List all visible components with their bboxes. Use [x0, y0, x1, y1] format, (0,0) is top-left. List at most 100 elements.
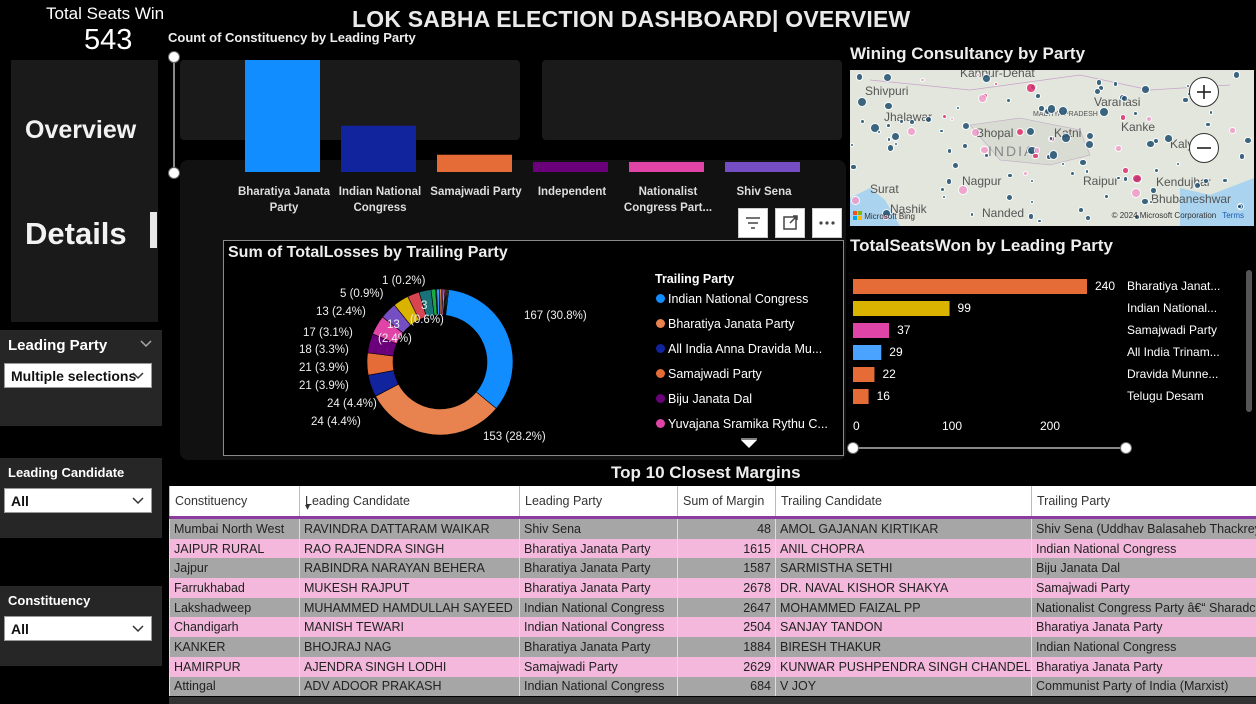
map-point[interactable]: [1114, 144, 1122, 152]
map-point[interactable]: [1122, 176, 1129, 182]
map-point[interactable]: [855, 73, 864, 81]
map-point[interactable]: [947, 148, 953, 154]
map-point[interactable]: [876, 129, 881, 134]
map-point[interactable]: [1027, 213, 1035, 220]
map-point[interactable]: [1078, 207, 1084, 213]
legend-item[interactable]: Bharatiya Janata Party: [656, 317, 794, 331]
bar-4[interactable]: [629, 162, 704, 172]
map-point[interactable]: [851, 196, 860, 205]
table-row[interactable]: Jajpur RABINDRA NARAYAN BEHERA Bharatiya J…: [169, 558, 1256, 579]
map-point[interactable]: [887, 144, 895, 152]
map-point[interactable]: [1205, 121, 1211, 128]
map-point[interactable]: [1079, 158, 1087, 167]
map-point[interactable]: [1182, 96, 1189, 104]
hbar-1[interactable]: [853, 301, 950, 316]
map-point[interactable]: [1070, 170, 1076, 176]
map-point[interactable]: [884, 101, 893, 110]
hbar-range-slider-track[interactable]: [853, 447, 1126, 449]
map-point[interactable]: [1094, 87, 1102, 95]
map-point[interactable]: [961, 121, 970, 131]
map-point[interactable]: [1153, 167, 1159, 174]
table-row[interactable]: Lakshadweep MUHAMMED HAMDULLAH SAYEED Indi…: [169, 597, 1256, 618]
map-point[interactable]: [1084, 169, 1090, 174]
column-header[interactable]: Trailing Party: [1031, 486, 1256, 519]
map-point[interactable]: [949, 116, 954, 121]
slider-handle-bottom[interactable]: [168, 167, 180, 179]
bar-3[interactable]: [533, 162, 608, 172]
range-slider-track[interactable]: [173, 56, 175, 174]
column-header[interactable]: Leading Candidate ▾: [299, 486, 520, 519]
map-point[interactable]: [952, 162, 959, 170]
legend-item[interactable]: Indian National Congress: [656, 292, 808, 306]
filter-button[interactable]: [738, 208, 768, 238]
chevron-down-icon[interactable]: [140, 338, 152, 348]
map-point[interactable]: [978, 93, 988, 103]
map-point[interactable]: [993, 81, 999, 86]
map-point[interactable]: [1099, 107, 1109, 117]
map-point[interactable]: [886, 137, 892, 142]
map-point[interactable]: [1026, 83, 1036, 93]
hbar-0[interactable]: [853, 279, 1087, 294]
slider-handle-left[interactable]: [847, 442, 859, 454]
map-point[interactable]: [1084, 140, 1094, 150]
map-point[interactable]: [859, 118, 865, 124]
hbar-3[interactable]: [853, 345, 882, 360]
legend-item[interactable]: Samajwadi Party: [656, 367, 762, 381]
legend-item[interactable]: Biju Janata Dal: [656, 392, 752, 406]
table-row[interactable]: Mumbai North West RAVINDRA DATTARAM WAIKA…: [169, 517, 1256, 539]
map-point[interactable]: [885, 122, 891, 128]
map-point[interactable]: [1131, 188, 1142, 199]
donut-slice-0[interactable]: [445, 289, 514, 409]
map-point[interactable]: [1005, 97, 1011, 103]
map-point[interactable]: [1132, 174, 1142, 184]
leading-candidate-dropdown[interactable]: All: [4, 488, 152, 513]
table-row[interactable]: JAIPUR RURAL RAO RAJENDRA SINGH Bharatiya …: [169, 538, 1256, 559]
map-point[interactable]: [1244, 136, 1252, 145]
nav-details-button[interactable]: Details: [25, 216, 127, 252]
table-row[interactable]: HAMIRPUR AJENDRA SINGH LODHI Samajwadi Par…: [169, 656, 1256, 677]
map-point[interactable]: [970, 127, 980, 138]
constituency-dropdown[interactable]: All: [4, 616, 152, 641]
column-header[interactable]: Leading Party: [519, 486, 678, 519]
map-visual[interactable]: Kanpur-DehatShivpuriVaranasiJhalawarMADH…: [850, 70, 1254, 226]
table-row[interactable]: Farrukhabad MUKESH RAJPUT Bharatiya Janata…: [169, 578, 1256, 598]
column-header[interactable]: Sum of Margin: [677, 486, 776, 519]
focus-mode-button[interactable]: [775, 208, 805, 238]
leading-party-dropdown[interactable]: Multiple selections: [4, 363, 152, 388]
map-point[interactable]: [850, 163, 857, 170]
legend-scroll-down-icon[interactable]: [739, 438, 759, 450]
vertical-scrollbar[interactable]: [1246, 270, 1252, 412]
bar-0[interactable]: [245, 60, 320, 172]
column-header[interactable]: Trailing Candidate: [775, 486, 1032, 519]
map-point[interactable]: [1148, 200, 1153, 205]
map-point[interactable]: [982, 74, 991, 83]
hbar-2[interactable]: [853, 323, 890, 338]
zoom-out-button[interactable]: [1189, 133, 1219, 163]
bar-2[interactable]: [437, 154, 512, 172]
map-point[interactable]: [1104, 194, 1109, 199]
map-point[interactable]: [1119, 114, 1126, 121]
map-point[interactable]: [1141, 85, 1150, 95]
map-point[interactable]: [893, 141, 898, 146]
table-row[interactable]: Chandigarh MANISH TEWARI Indian National C…: [169, 617, 1256, 638]
column-header[interactable]: Constituency: [169, 486, 300, 519]
map-point[interactable]: [882, 73, 892, 83]
map-point[interactable]: [1057, 105, 1068, 116]
map-point[interactable]: [1232, 71, 1241, 79]
hbar-4[interactable]: [853, 367, 875, 382]
table-row[interactable]: Attingal ADV ADOOR PRAKASH Indian National…: [169, 676, 1256, 697]
map-point[interactable]: [1208, 109, 1214, 115]
map-point[interactable]: [1036, 218, 1042, 224]
map-point[interactable]: [941, 194, 947, 199]
map-point[interactable]: [1034, 147, 1041, 154]
bar-1[interactable]: [341, 125, 416, 172]
map-point[interactable]: [1061, 133, 1071, 143]
slider-handle-right[interactable]: [1120, 442, 1132, 454]
zoom-in-button[interactable]: [1189, 77, 1219, 107]
map-point[interactable]: [1022, 170, 1028, 176]
map-point[interactable]: [1145, 139, 1155, 149]
map-point[interactable]: [1239, 153, 1246, 160]
bar-5[interactable]: [725, 162, 800, 172]
map-point[interactable]: [1122, 167, 1129, 174]
map-point[interactable]: [958, 184, 968, 195]
